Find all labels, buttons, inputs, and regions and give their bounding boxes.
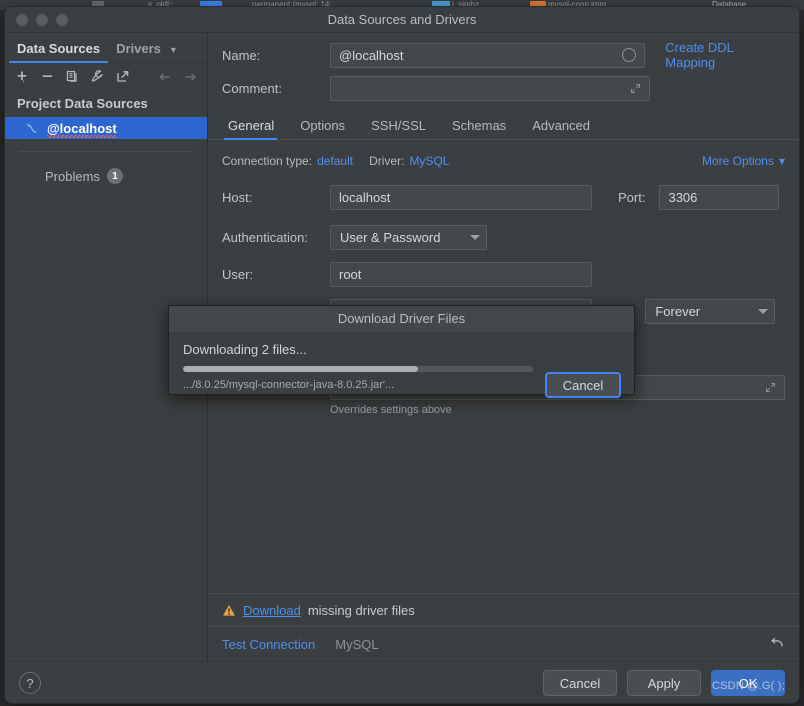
- comment-label: Comment:: [222, 80, 282, 96]
- circle-icon: [622, 48, 637, 62]
- chevron-down-icon[interactable]: ▾: [171, 45, 176, 56]
- sidebar-toolbar: [5, 63, 207, 90]
- cancel-button[interactable]: Cancel: [543, 670, 617, 696]
- mysql-dolphin-icon: [27, 123, 37, 133]
- tab-general[interactable]: General: [222, 115, 287, 140]
- ok-button[interactable]: OK: [711, 670, 785, 696]
- test-connection-link[interactable]: Test Connection: [222, 637, 315, 652]
- port-input-value: 3306: [668, 189, 698, 205]
- name-row: Name: @localhost Create DDL Mapping: [208, 40, 799, 70]
- dialog-footer: ? Cancel Apply OK: [5, 661, 799, 703]
- problems-count-badge: 1: [106, 168, 123, 184]
- connection-type-label: Connection type:: [222, 154, 313, 168]
- close-button[interactable]: [16, 13, 28, 26]
- open-external-button[interactable]: [111, 66, 134, 88]
- name-label: Name:: [222, 47, 261, 63]
- wrench-icon: [91, 70, 103, 82]
- remove-data-source-button[interactable]: [36, 66, 59, 88]
- apply-button[interactable]: Apply: [627, 670, 701, 696]
- user-label: User:: [222, 266, 254, 282]
- sidebar-item-label: @localhost: [47, 120, 117, 138]
- user-row: User: root: [208, 260, 799, 288]
- copy-icon: [66, 70, 77, 82]
- window-title: Data Sources and Drivers: [327, 12, 477, 27]
- add-data-source-button[interactable]: [11, 66, 34, 88]
- undo-icon[interactable]: [770, 636, 785, 653]
- host-input-value: localhost: [339, 189, 391, 205]
- sidebar-section-label: Project Data Sources: [17, 96, 148, 111]
- more-options-button[interactable]: More Options ▾: [702, 154, 785, 168]
- host-input[interactable]: localhost: [330, 184, 592, 210]
- connection-type-value[interactable]: default: [317, 154, 353, 168]
- help-button[interactable]: ?: [19, 672, 41, 694]
- plus-icon: [17, 71, 27, 83]
- duplicate-data-source-button[interactable]: [61, 66, 84, 88]
- sidebar-filler: [5, 184, 207, 661]
- maximize-button[interactable]: [56, 13, 68, 26]
- comment-input[interactable]: [330, 75, 650, 101]
- download-driver-files-dialog: Download Driver Files Downloading 2 file…: [168, 305, 635, 398]
- test-connection-bar: Test Connection MySQL: [208, 626, 799, 661]
- host-port-row: Host: localhost Port: 3306: [208, 183, 799, 211]
- modal-title: Download Driver Files: [169, 306, 634, 332]
- comment-row: Comment:: [208, 74, 799, 102]
- save-select[interactable]: Forever: [645, 298, 776, 324]
- authentication-select[interactable]: User & Password: [330, 224, 487, 250]
- sidebar-tabs: Data Sources Drivers ▾: [5, 33, 207, 63]
- driver-name-label: MySQL: [335, 636, 379, 652]
- warning-text: missing driver files: [307, 602, 415, 618]
- driver-warning-bar: Download missing driver files: [208, 593, 799, 626]
- tab-ssh-ssl[interactable]: SSH/SSL: [358, 115, 439, 139]
- port-label: Port:: [618, 189, 646, 205]
- window-controls[interactable]: [16, 13, 68, 26]
- download-progress-fill: [183, 366, 418, 372]
- authentication-row: Authentication: User & Password: [208, 223, 799, 251]
- driver-label: Driver:: [369, 154, 405, 168]
- warning-triangle-icon: [223, 604, 235, 616]
- problems-row[interactable]: Problems 1: [5, 152, 207, 184]
- connection-type-row: Connection type: default Driver: MySQL M…: [208, 151, 799, 171]
- properties-button[interactable]: [86, 66, 109, 88]
- chevron-down-icon: [470, 234, 480, 240]
- user-input-value: root: [339, 266, 362, 282]
- tab-drivers[interactable]: Drivers: [108, 37, 169, 62]
- navigate-back-button[interactable]: [153, 66, 176, 88]
- name-input-value: @localhost: [339, 47, 404, 63]
- minimize-button[interactable]: [36, 13, 48, 26]
- modal-status-text: Downloading 2 files...: [183, 342, 307, 357]
- tab-schemas[interactable]: Schemas: [439, 115, 519, 139]
- navigate-forward-button[interactable]: [178, 66, 201, 88]
- authentication-label: Authentication:: [222, 229, 309, 245]
- external-link-icon: [117, 71, 129, 82]
- create-ddl-mapping-link[interactable]: Create DDL Mapping: [665, 40, 785, 70]
- chevron-down-icon: [758, 308, 769, 314]
- modal-body: Downloading 2 files... .../8.0.25/mysql-…: [169, 332, 634, 398]
- sidebar-item-localhost[interactable]: @localhost: [5, 117, 207, 139]
- minus-icon: [42, 75, 52, 77]
- url-hint: Overrides settings above: [330, 404, 452, 416]
- download-progress-bar: [183, 366, 533, 372]
- user-input[interactable]: root: [330, 261, 592, 287]
- problems-label: Problems: [45, 168, 100, 184]
- window-titlebar: Data Sources and Drivers: [5, 7, 799, 33]
- tab-data-sources[interactable]: Data Sources: [9, 37, 109, 63]
- download-driver-link[interactable]: Download: [243, 603, 301, 618]
- expand-icon[interactable]: [630, 83, 641, 94]
- host-label: Host:: [222, 189, 253, 205]
- tab-options[interactable]: Options: [287, 115, 358, 139]
- expand-icon[interactable]: [765, 382, 776, 393]
- authentication-select-value: User & Password: [340, 229, 441, 245]
- more-options-label: More Options: [701, 154, 774, 168]
- chevron-down-icon: ▾: [778, 154, 785, 168]
- arrow-right-icon: [185, 72, 196, 81]
- panel-spacer: [208, 416, 799, 593]
- tab-advanced[interactable]: Advanced: [519, 115, 603, 139]
- name-input[interactable]: @localhost: [330, 42, 646, 68]
- port-input[interactable]: 3306: [659, 184, 780, 210]
- arrow-left-icon: [158, 72, 169, 81]
- save-select-value: Forever: [655, 303, 701, 319]
- driver-value[interactable]: MySQL: [409, 154, 449, 168]
- modal-cancel-button[interactable]: Cancel: [545, 372, 621, 398]
- settings-tabs: General Options SSH/SSL Schemas Advanced: [208, 112, 799, 140]
